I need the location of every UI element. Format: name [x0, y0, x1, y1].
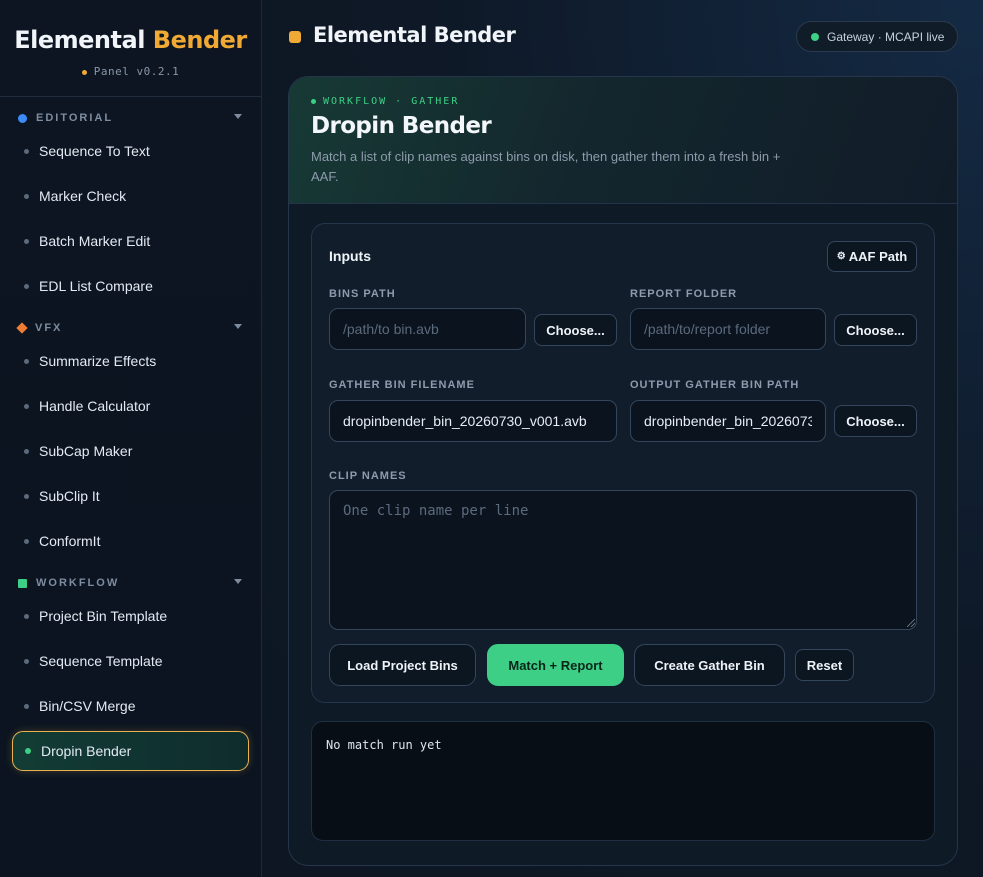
sidebar-item-label: ConformIt [39, 533, 101, 549]
chevron-down-icon[interactable] [234, 114, 242, 119]
match-report-button[interactable]: Match + Report [487, 644, 624, 686]
sidebar-item-sequence-template[interactable]: Sequence Template [12, 641, 249, 681]
bullet-icon [24, 403, 29, 409]
brand-title-main: Elemental [14, 26, 145, 54]
hero-kicker-text: WORKFLOW · GATHER [323, 96, 460, 107]
output-gather-bin-choose-button[interactable]: Choose... [834, 405, 917, 437]
sidebar-item-label: Sequence To Text [39, 143, 150, 159]
aaf-path-label: AAF Path [848, 249, 908, 264]
hero-kicker: WORKFLOW · GATHER [311, 96, 459, 107]
bullet-icon [24, 613, 29, 619]
chevron-down-icon[interactable] [234, 324, 242, 329]
clip-names-label: CLIP NAMES [329, 470, 407, 482]
gateway-status-text: Gateway · MCAPI live [827, 29, 945, 44]
tool-card: WORKFLOW · GATHER Dropin Bender Match a … [288, 76, 958, 866]
brand-header: Elemental Bender Panel v0.2.1 [0, 0, 261, 97]
output-text: No match run yet [326, 738, 442, 752]
output-gather-bin-path-label: OUTPUT GATHER BIN PATH [630, 379, 800, 391]
bullet-icon [24, 448, 29, 454]
brand-title: Elemental Bender [0, 26, 261, 54]
square-green-icon [18, 578, 27, 588]
tool-title: Dropin Bender [311, 113, 492, 139]
tool-description: Match a list of clip names against bins … [311, 149, 781, 184]
active-bullet-icon [25, 748, 31, 754]
inputs-panel: Inputs ⚙AAF Path BINS PATH Choose... REP… [311, 223, 935, 703]
bins-path-label: BINS PATH [329, 288, 396, 300]
sidebar-item-dropin-bender[interactable]: Dropin Bender [12, 731, 249, 771]
bullet-icon [24, 358, 29, 364]
gateway-status-badge: Gateway · MCAPI live [796, 21, 958, 52]
sidebar-item-label: Dropin Bender [41, 743, 132, 759]
sidebar-item-label: Handle Calculator [39, 398, 151, 414]
sidebar-item-conformit[interactable]: ConformIt [12, 521, 249, 561]
bullet-icon [24, 238, 29, 244]
app-square-icon [289, 31, 301, 43]
sidebar-item-bin-csv-merge[interactable]: Bin/CSV Merge [12, 686, 249, 726]
circle-blue-icon [18, 113, 27, 123]
bullet-icon [24, 538, 29, 544]
sidebar-item-summarize-effects[interactable]: Summarize Effects [12, 341, 249, 381]
sidebar-item-edl-list-compare[interactable]: EDL List Compare [12, 266, 249, 306]
diamond-orange-icon [16, 322, 28, 334]
sidebar-item-handle-calculator[interactable]: Handle Calculator [12, 386, 249, 426]
version-label: Panel v0.2.1 [0, 65, 261, 78]
bullet-icon [24, 658, 29, 664]
sidebar-item-label: Marker Check [39, 188, 127, 204]
output-gather-bin-path-input[interactable] [630, 400, 826, 442]
sidebar-item-label: SubClip It [39, 488, 100, 504]
page-title: Elemental Bender [313, 23, 516, 47]
kicker-dot-icon [311, 99, 316, 104]
gear-icon: ⚙ [836, 251, 846, 262]
bins-path-choose-button[interactable]: Choose... [534, 314, 617, 346]
brand-title-accent: Bender [152, 26, 247, 54]
resize-grip-icon[interactable] [907, 619, 915, 627]
version-text: Panel v0.2.1 [93, 65, 180, 78]
section-label: EDITORIAL [36, 112, 114, 124]
sidebar-item-label: Summarize Effects [39, 353, 157, 369]
report-folder-label: REPORT FOLDER [630, 288, 738, 300]
bullet-icon [24, 148, 29, 154]
sidebar-item-label: Sequence Template [39, 653, 163, 669]
reset-button[interactable]: Reset [795, 649, 854, 681]
chevron-down-icon[interactable] [234, 579, 242, 584]
gather-bin-filename-label: GATHER BIN FILENAME [329, 379, 475, 391]
tool-hero: WORKFLOW · GATHER Dropin Bender Match a … [289, 77, 957, 204]
sidebar-item-subcap-maker[interactable]: SubCap Maker [12, 431, 249, 471]
sidebar-item-label: SubCap Maker [39, 443, 133, 459]
sidebar-item-label: Project Bin Template [39, 608, 168, 624]
bullet-icon [24, 193, 29, 199]
sidebar-item-sequence-to-text[interactable]: Sequence To Text [12, 131, 249, 171]
bullet-icon [24, 493, 29, 499]
bullet-icon [24, 703, 29, 709]
gather-bin-filename-input[interactable] [329, 400, 617, 442]
section-label: VFX [35, 322, 63, 334]
inputs-title: Inputs [329, 248, 371, 264]
bins-path-input[interactable] [329, 308, 526, 350]
sidebar-item-batch-marker-edit[interactable]: Batch Marker Edit [12, 221, 249, 261]
section-workflow[interactable]: WORKFLOW [0, 573, 262, 593]
sidebar-item-label: Batch Marker Edit [39, 233, 151, 249]
sidebar-item-marker-check[interactable]: Marker Check [12, 176, 249, 216]
bullet-icon [24, 283, 29, 289]
report-folder-input[interactable] [630, 308, 826, 350]
clip-names-textarea[interactable] [329, 490, 917, 630]
aaf-path-button[interactable]: ⚙ AAF Path [827, 241, 917, 272]
sidebar-item-subclip-it[interactable]: SubClip It [12, 476, 249, 516]
main-content: Elemental Bender Gateway · MCAPI live WO… [262, 0, 983, 877]
sidebar-item-project-bin-template[interactable]: Project Bin Template [12, 596, 249, 636]
load-project-bins-button[interactable]: Load Project Bins [329, 644, 476, 686]
version-dot-icon [81, 69, 87, 75]
app-window: Elemental Bender Panel v0.2.1 EDITORIAL … [0, 0, 983, 877]
sidebar-item-label: Bin/CSV Merge [39, 698, 136, 714]
report-folder-choose-button[interactable]: Choose... [834, 314, 917, 346]
sidebar-item-label: EDL List Compare [39, 278, 153, 294]
create-gather-bin-button[interactable]: Create Gather Bin [634, 644, 785, 686]
section-vfx[interactable]: VFX [0, 318, 262, 338]
sidebar: Elemental Bender Panel v0.2.1 EDITORIAL … [0, 0, 262, 877]
section-label: WORKFLOW [36, 577, 120, 589]
section-editorial[interactable]: EDITORIAL [0, 108, 262, 128]
match-output-log: No match run yet [311, 721, 935, 841]
status-dot-icon [811, 32, 819, 41]
